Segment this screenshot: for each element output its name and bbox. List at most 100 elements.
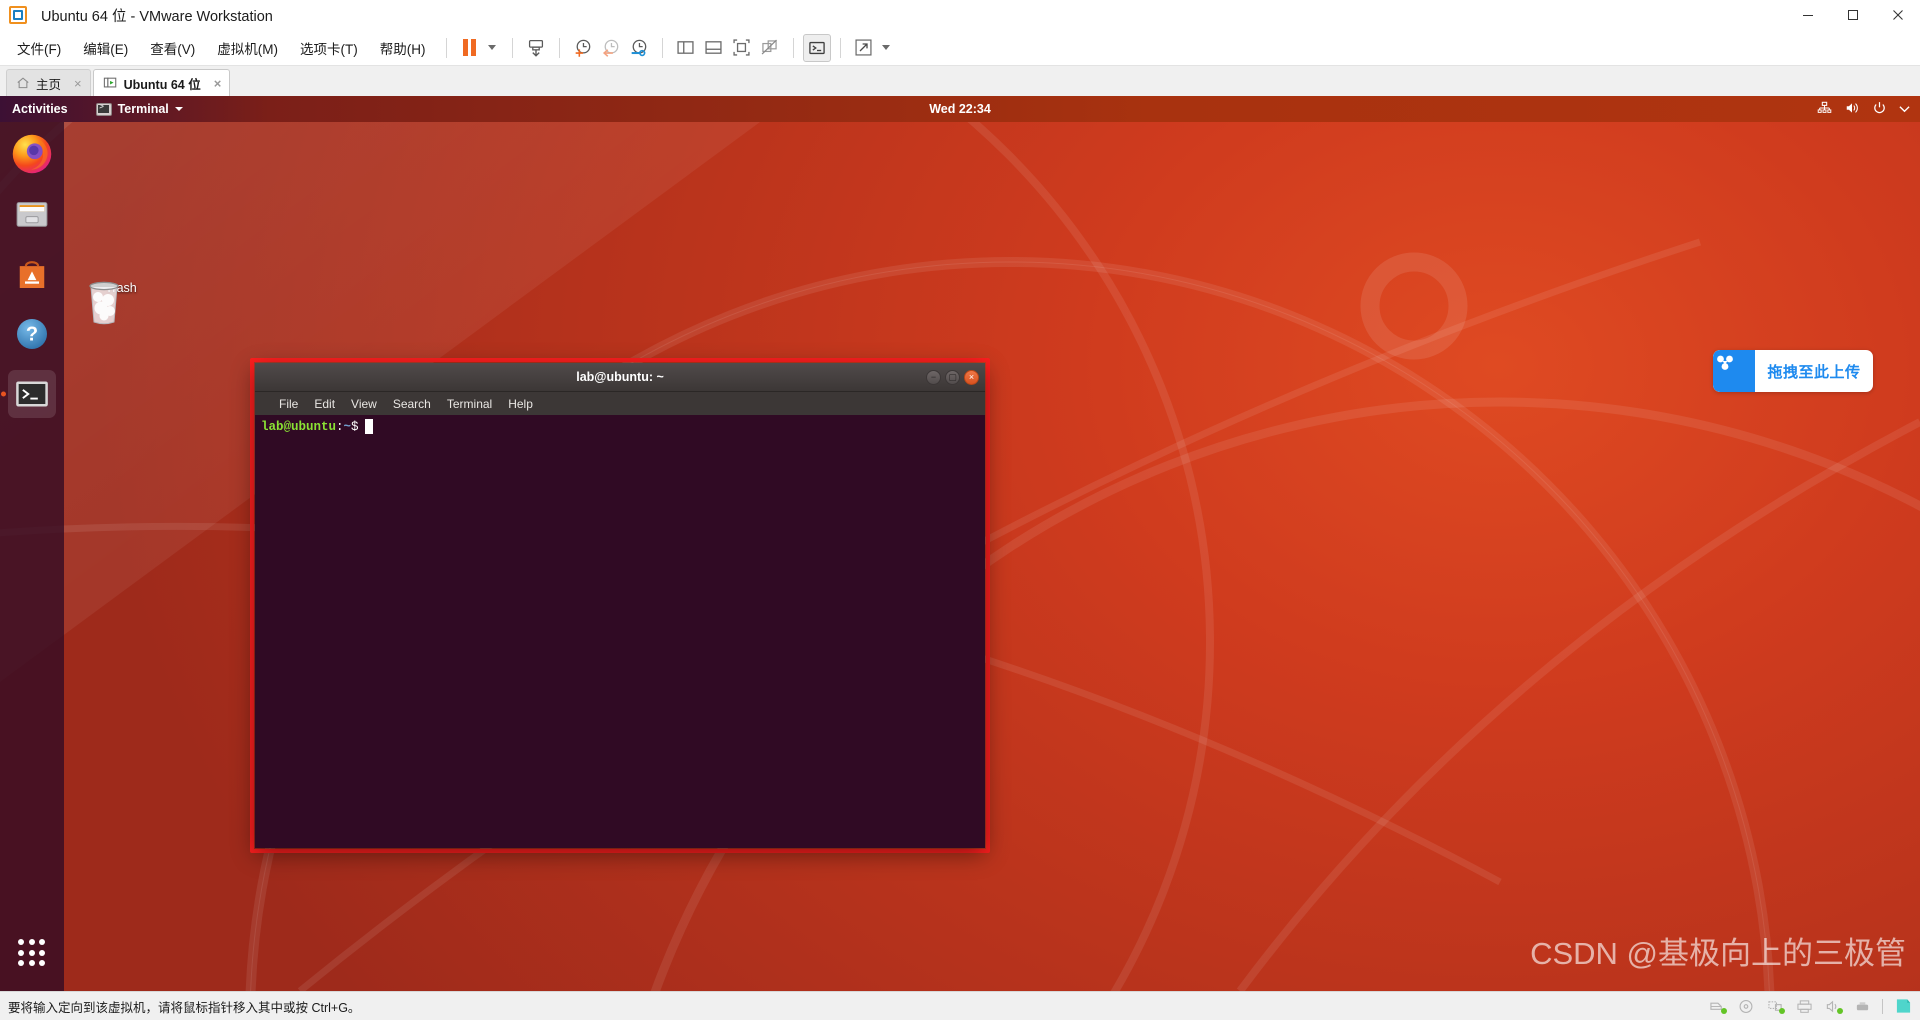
desktop-icon-trash[interactable]: Trash — [82, 278, 160, 325]
window-titlebar: Ubuntu 64 位 - VMware Workstation — [0, 0, 1920, 30]
terminal-cursor — [364, 419, 373, 434]
prompt-sigil: $ — [351, 419, 359, 434]
terminal-output-area[interactable]: lab@ubuntu : ~ $ — [255, 415, 985, 848]
unity-mode-button[interactable] — [756, 34, 784, 62]
terminal-menu-file[interactable]: File — [271, 397, 306, 411]
chevron-down-icon — [1899, 102, 1910, 116]
tab-home[interactable]: 主页 × — [6, 69, 91, 96]
status-divider — [1882, 998, 1883, 1014]
terminal-menu-edit[interactable]: Edit — [306, 397, 343, 411]
status-usb-icon[interactable] — [1853, 998, 1871, 1014]
show-applications-grid[interactable] — [8, 929, 56, 977]
window-title: Ubuntu 64 位 - VMware Workstation — [41, 8, 273, 25]
fullscreen-icon — [733, 39, 750, 56]
toolbar-divider — [661, 37, 663, 58]
terminal-menu-search[interactable]: Search — [385, 397, 439, 411]
power-icon — [1872, 101, 1887, 118]
prompt-colon: : — [336, 419, 344, 434]
status-hard-disk-icon[interactable] — [1708, 998, 1727, 1014]
ubuntu-dock: ? — [0, 122, 64, 991]
dock-item-firefox[interactable] — [8, 130, 56, 178]
clock-revert-icon — [602, 39, 618, 57]
tab-home-close-icon[interactable]: × — [74, 76, 82, 91]
window-controls — [1785, 0, 1920, 30]
revert-snapshot-button[interactable] — [597, 34, 625, 62]
thunderbird-icon — [16, 202, 48, 227]
vmware-workstation-window: Ubuntu 64 位 - VMware Workstation 文件(F) 编… — [0, 0, 1920, 1020]
suspend-button[interactable] — [456, 34, 484, 62]
tab-ubuntu-64-close-icon[interactable]: × — [214, 76, 222, 91]
status-network-icon[interactable] — [1766, 998, 1785, 1014]
clock-wrench-icon — [631, 39, 646, 56]
firefox-icon — [12, 134, 52, 174]
console-view-button[interactable] — [802, 33, 831, 62]
toolbar-divider — [445, 37, 447, 58]
minimize-icon[interactable] — [1785, 0, 1830, 30]
maximize-icon[interactable] — [1830, 0, 1875, 30]
terminal-window-controls: − ▢ × — [926, 369, 979, 385]
menu-view[interactable]: 查看(V) — [139, 34, 206, 62]
dock-item-thunderbird[interactable] — [8, 190, 56, 238]
terminal-minimize-button[interactable]: − — [926, 369, 941, 385]
terminal-title: lab@ubuntu: ~ — [576, 370, 664, 384]
status-message-log-icon[interactable] — [1894, 998, 1912, 1014]
terminal-menu-terminal[interactable]: Terminal — [439, 397, 500, 411]
status-message: 要将输入定向到该虚拟机，请将鼠标指针移入其中或按 Ctrl+G。 — [8, 1000, 361, 1015]
terminal-icon — [16, 381, 48, 407]
status-device-icons — [1708, 998, 1912, 1014]
terminal-icon — [808, 41, 825, 54]
guest-screen[interactable]: Activities Terminal Wed 22:34 — [0, 96, 1920, 991]
terminal-menubar: File Edit View Search Terminal Help — [255, 392, 985, 415]
status-cd-dvd-icon[interactable] — [1737, 998, 1755, 1014]
show-sidebar-button[interactable] — [672, 34, 700, 62]
svg-text:?: ? — [26, 324, 38, 346]
stretch-view-button[interactable] — [850, 34, 878, 62]
volume-icon — [1844, 101, 1860, 118]
menu-edit[interactable]: 编辑(E) — [72, 34, 139, 62]
power-dropdown-button[interactable] — [487, 45, 496, 50]
panel-bottom-icon — [705, 41, 722, 54]
menu-help[interactable]: 帮助(H) — [369, 34, 437, 62]
dock-item-terminal[interactable] — [8, 370, 56, 418]
close-icon[interactable] — [1875, 0, 1920, 30]
dock-item-ubuntu-software[interactable] — [8, 250, 56, 298]
terminal-prompt-line: lab@ubuntu : ~ $ — [261, 419, 979, 434]
terminal-window[interactable]: lab@ubuntu: ~ − ▢ × File Edit View Searc… — [255, 363, 985, 848]
tab-ubuntu-64-label: Ubuntu 64 位 — [123, 77, 201, 92]
take-snapshot-button[interactable] — [569, 34, 597, 62]
toolbar-divider — [558, 37, 560, 58]
dock-item-help[interactable]: ? — [8, 310, 56, 358]
menu-tabs[interactable]: 选项卡(T) — [289, 34, 369, 62]
prompt-path: ~ — [343, 419, 352, 434]
view-dropdown-button[interactable] — [881, 45, 890, 50]
gnome-top-bar: Activities Terminal Wed 22:34 — [0, 96, 1920, 122]
tab-ubuntu-64[interactable]: Ubuntu 64 位 × — [92, 69, 231, 96]
toolbar-divider — [792, 37, 794, 58]
toolbar-divider — [511, 37, 513, 58]
netdisk-upload-widget[interactable]: 拖拽至此上传 — [1713, 350, 1873, 392]
terminal-menu-view[interactable]: View — [343, 397, 385, 411]
snapshot-manager-button[interactable] — [625, 34, 653, 62]
menu-vm[interactable]: 虚拟机(M) — [206, 34, 289, 62]
baidu-netdisk-icon — [1713, 350, 1755, 392]
terminal-close-button[interactable]: × — [964, 369, 979, 385]
menu-file[interactable]: 文件(F) — [6, 34, 72, 62]
vmware-logo-icon — [9, 6, 27, 24]
expand-arrows-icon — [855, 39, 872, 56]
clock[interactable]: Wed 22:34 — [0, 102, 1920, 116]
status-bar: 要将输入定向到该虚拟机，请将鼠标指针移入其中或按 Ctrl+G。 — [0, 991, 1920, 1020]
save-snapshot-button[interactable] — [522, 34, 550, 62]
pause-icon — [463, 39, 476, 56]
status-printer-icon[interactable] — [1795, 998, 1813, 1014]
show-thumbnail-bar-button[interactable] — [700, 34, 728, 62]
unity-disabled-icon — [761, 39, 777, 55]
ubuntu-software-icon — [19, 261, 45, 288]
terminal-menu-help[interactable]: Help — [500, 397, 541, 411]
terminal-maximize-button[interactable]: ▢ — [945, 369, 960, 385]
fullscreen-button[interactable] — [728, 34, 756, 62]
home-icon — [16, 76, 30, 90]
system-tray[interactable] — [1817, 101, 1910, 118]
status-sound-icon[interactable] — [1824, 998, 1843, 1014]
prompt-user-host: lab@ubuntu — [261, 419, 337, 434]
vm-tab-icon — [103, 76, 118, 90]
